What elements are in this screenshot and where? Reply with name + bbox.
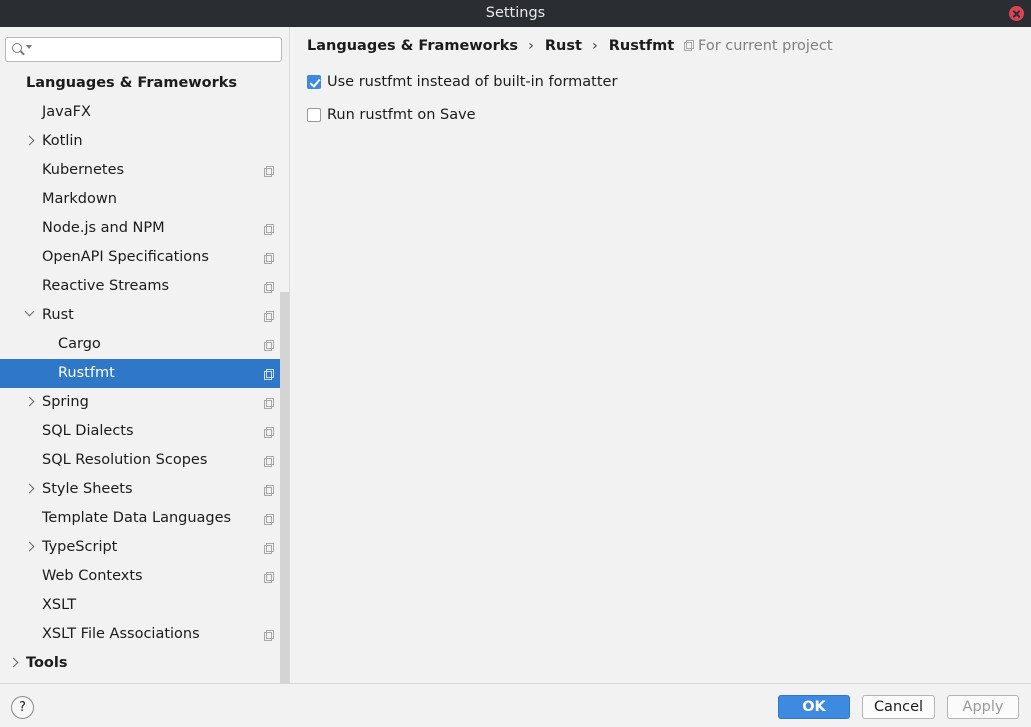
apply-button[interactable]: Apply: [947, 695, 1019, 719]
breadcrumb-separator: ›: [528, 38, 534, 54]
window-title: Settings: [485, 5, 546, 21]
sidebar-item-xslt[interactable]: XSLT: [0, 591, 289, 620]
sidebar-item-label: Web Contexts: [42, 568, 143, 584]
project-scope-icon: [264, 456, 274, 467]
sidebar-item-template-data-languages[interactable]: Template Data Languages: [0, 504, 289, 533]
chevron-down-icon[interactable]: [24, 306, 35, 317]
close-icon[interactable]: [1009, 6, 1024, 21]
sidebar-item-reactive-streams[interactable]: Reactive Streams: [0, 272, 289, 301]
sidebar-item-label: XSLT File Associations: [42, 626, 200, 642]
project-scope-icon: [264, 369, 274, 380]
sidebar-item-label: Rustfmt: [58, 365, 115, 381]
breadcrumb: Languages & Frameworks › Rust › Rustfmt: [307, 36, 674, 56]
project-scope-icon: [264, 398, 274, 409]
sidebar-item-sql-resolution-scopes[interactable]: SQL Resolution Scopes: [0, 446, 289, 475]
sidebar-scrollbar[interactable]: [280, 292, 289, 683]
project-scope-icon: [264, 253, 274, 264]
sidebar-item-rustfmt[interactable]: Rustfmt: [0, 359, 289, 388]
sidebar-item-openapi-specifications[interactable]: OpenAPI Specifications: [0, 243, 289, 272]
ok-button[interactable]: OK: [778, 695, 850, 719]
sidebar-item-web-contexts[interactable]: Web Contexts: [0, 562, 289, 591]
sidebar-item-languages-frameworks[interactable]: Languages & Frameworks: [0, 69, 289, 98]
breadcrumb-item: Rustfmt: [608, 38, 675, 54]
sidebar-item-label: XSLT: [42, 597, 77, 613]
sidebar-item-label: JavaFX: [42, 104, 91, 120]
search-input[interactable]: [5, 37, 282, 62]
breadcrumb-item[interactable]: Rust: [545, 36, 582, 56]
chevron-right-icon[interactable]: [24, 135, 35, 146]
search-icon: [12, 43, 22, 53]
sidebar-item-label: Spring: [42, 394, 89, 410]
sidebar-item-sql-dialects[interactable]: SQL Dialects: [0, 417, 289, 446]
sidebar-item-label: Cargo: [58, 336, 101, 352]
window-titlebar: Settings: [0, 0, 1031, 27]
project-scope-icon: [264, 514, 274, 525]
sidebar-item-label: Reactive Streams: [42, 278, 170, 294]
settings-tree: Languages & Frameworks JavaFX Kotlin Kubern…: [0, 69, 289, 678]
sidebar-item-node-js-and-npm[interactable]: Node.js and NPM: [0, 214, 289, 243]
project-scope-icon: [684, 40, 694, 51]
sidebar-item-cargo[interactable]: Cargo: [0, 330, 289, 359]
project-scope-icon: [264, 485, 274, 496]
project-scope-icon: [264, 543, 274, 554]
project-scope-icon: [264, 166, 274, 177]
settings-content: Languages & Frameworks › Rust › Rustfmt For …: [291, 27, 1031, 683]
chevron-right-icon[interactable]: [24, 483, 35, 494]
chevron-right-icon[interactable]: [24, 541, 35, 552]
use-rustfmt-label[interactable]: Use rustfmt instead of built-in formatte…: [327, 73, 617, 91]
sidebar-item-label: Style Sheets: [42, 481, 133, 497]
breadcrumb-item[interactable]: Languages & Frameworks: [307, 36, 518, 56]
project-scope-icon: [264, 630, 274, 641]
sidebar-item-xslt-file-associations[interactable]: XSLT File Associations: [0, 620, 289, 649]
sidebar-item-rust[interactable]: Rust: [0, 301, 289, 330]
sidebar-item-label: TypeScript: [42, 539, 118, 555]
sidebar-item-tools[interactable]: Tools: [0, 649, 289, 678]
sidebar-item-label: Languages & Frameworks: [26, 75, 238, 91]
sidebar-item-kubernetes[interactable]: Kubernetes: [0, 156, 289, 185]
run-on-save-checkbox[interactable]: [307, 108, 321, 122]
settings-sidebar: Languages & Frameworks JavaFX Kotlin Kubern…: [0, 27, 290, 683]
sidebar-item-label: Tools: [26, 655, 68, 671]
scope-indicator: For current project: [684, 36, 833, 56]
sidebar-item-label: Kotlin: [42, 133, 83, 149]
project-scope-icon: [264, 311, 274, 322]
chevron-right-icon[interactable]: [24, 396, 35, 407]
project-scope-icon: [264, 282, 274, 293]
dialog-footer: ? OK Cancel Apply: [0, 683, 1031, 727]
sidebar-item-kotlin[interactable]: Kotlin: [0, 127, 289, 156]
sidebar-item-label: Markdown: [42, 191, 117, 207]
sidebar-item-style-sheets[interactable]: Style Sheets: [0, 475, 289, 504]
search-history-arrow-icon[interactable]: [26, 45, 32, 49]
project-scope-icon: [264, 572, 274, 583]
sidebar-item-markdown[interactable]: Markdown: [0, 185, 289, 214]
use-rustfmt-checkbox[interactable]: [307, 75, 321, 89]
sidebar-item-javafx[interactable]: JavaFX: [0, 98, 289, 127]
sidebar-item-label: SQL Dialects: [42, 423, 134, 439]
scope-label: For current project: [698, 38, 833, 54]
cancel-button[interactable]: Cancel: [862, 695, 935, 719]
help-button[interactable]: ?: [11, 696, 34, 719]
project-scope-icon: [264, 340, 274, 351]
sidebar-item-label: Node.js and NPM: [42, 220, 165, 236]
project-scope-icon: [264, 427, 274, 438]
sidebar-item-label: Kubernetes: [42, 162, 125, 178]
sidebar-item-label: Template Data Languages: [42, 510, 232, 526]
sidebar-item-typescript[interactable]: TypeScript: [0, 533, 289, 562]
breadcrumb-separator: ›: [591, 38, 598, 54]
sidebar-item-label: Rust: [42, 307, 74, 323]
sidebar-item-spring[interactable]: Spring: [0, 388, 289, 417]
run-on-save-label[interactable]: Run rustfmt on Save: [327, 106, 476, 124]
chevron-right-icon[interactable]: [8, 657, 19, 668]
sidebar-item-label: SQL Resolution Scopes: [42, 452, 208, 468]
project-scope-icon: [264, 224, 274, 235]
sidebar-item-label: OpenAPI Specifications: [42, 249, 209, 265]
